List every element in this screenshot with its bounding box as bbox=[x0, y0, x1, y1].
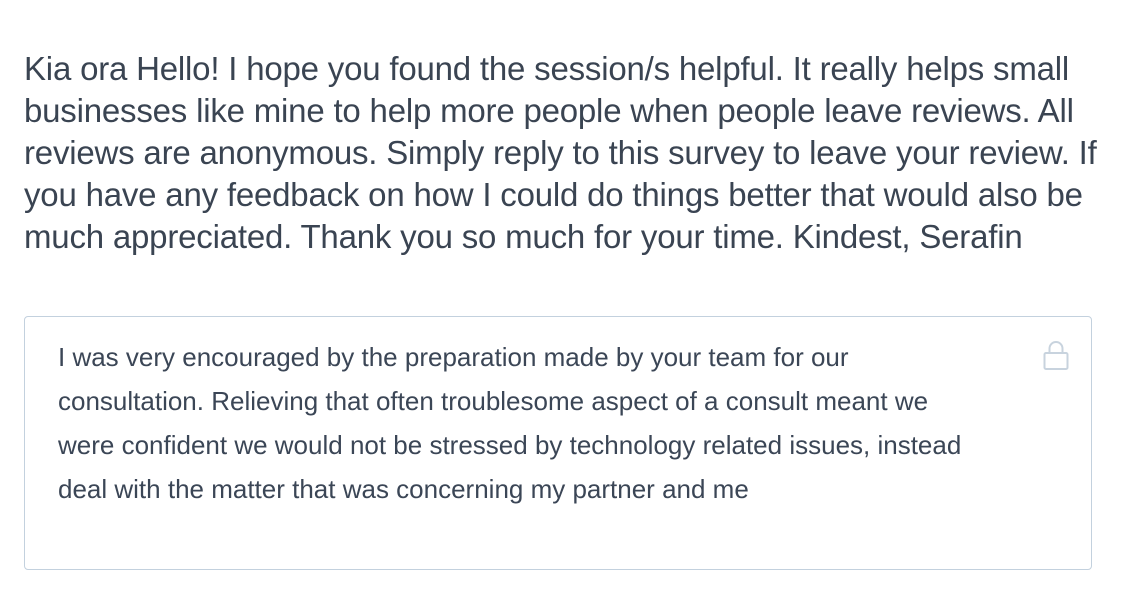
survey-question-text: Kia ora Hello! I hope you found the sess… bbox=[24, 50, 1097, 255]
review-answer-box[interactable]: I was very encouraged by the preparation… bbox=[24, 316, 1092, 570]
survey-response-panel: Kia ora Hello! I hope you found the sess… bbox=[0, 0, 1140, 610]
lock-icon bbox=[1042, 339, 1070, 371]
review-answer-text: I was very encouraged by the preparation… bbox=[58, 342, 962, 504]
